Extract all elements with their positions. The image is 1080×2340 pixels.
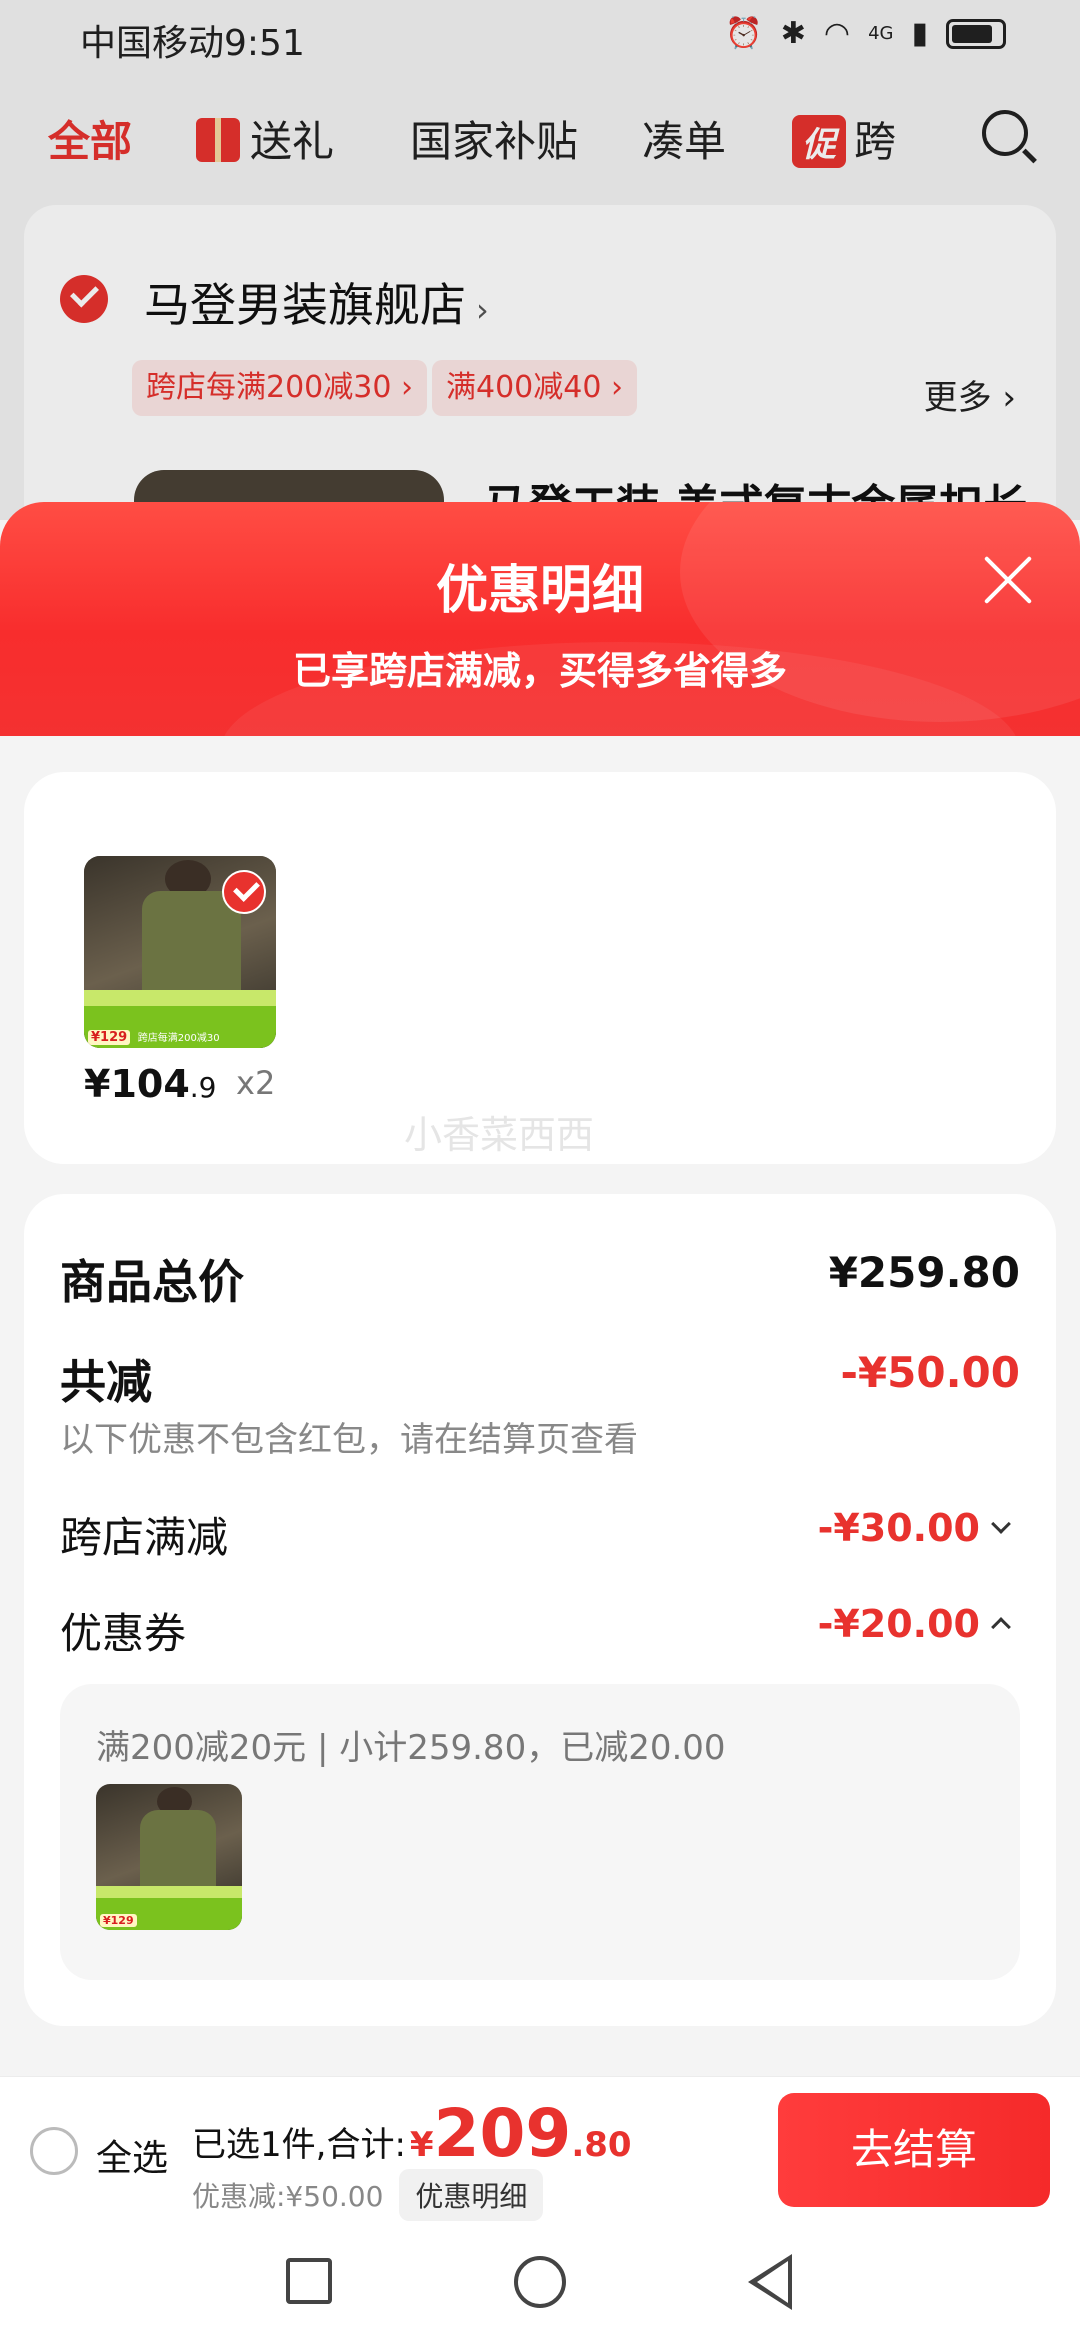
- coupon-row-toggle[interactable]: -¥20.00: [817, 1602, 1011, 1646]
- goods-price-main: ¥104: [84, 1062, 190, 1106]
- goods-quantity: x2: [236, 1064, 276, 1102]
- chevron-down-icon: [991, 1514, 1011, 1534]
- thumb-promo-strip: [84, 990, 276, 1006]
- goods-price: ¥104.9: [84, 1062, 216, 1106]
- thumb-promo-strip: [96, 1886, 242, 1898]
- discount-sheet-body: ¥129 跨店每满200减30 ¥104.9 x2 小香菜西西 商品总价 ¥25…: [0, 736, 1080, 2076]
- back-icon[interactable]: [748, 2254, 792, 2310]
- system-nav-bar: [0, 2224, 1080, 2340]
- goods-check-icon: [222, 870, 266, 914]
- select-all-radio[interactable]: [30, 2127, 78, 2175]
- price-detail-card: 商品总价 ¥259.80 共减 -¥50.00 以下优惠不包含红包，请在结算页查…: [24, 1194, 1056, 2026]
- cross-store-label: 跨店满减: [60, 1513, 229, 1562]
- total-decimal: .80: [571, 2125, 632, 2165]
- selected-goods-card: ¥129 跨店每满200减30 ¥104.9 x2 小香菜西西: [24, 772, 1056, 1164]
- total-reduce-label: 共减: [60, 1355, 152, 1409]
- total-prefix: 已选1件,合计:: [192, 2125, 406, 2165]
- cross-store-row-toggle[interactable]: -¥30.00: [817, 1506, 1011, 1550]
- discount-amount: 优惠减:¥50.00: [192, 2180, 384, 2213]
- select-all-label[interactable]: 全选: [96, 2129, 168, 2181]
- coupon-value: -¥20.00: [817, 1602, 980, 1646]
- checkout-bar: 全选 已选1件,合计: ¥ 209 .80 优惠减:¥50.00 优惠明细 去结…: [0, 2076, 1080, 2224]
- discount-sheet-header: 优惠明细 已享跨店满减，买得多省得多: [0, 502, 1080, 738]
- red-packet-note: 以下优惠不包含红包，请在结算页查看: [60, 1420, 638, 1460]
- total-yen: ¥: [409, 2125, 434, 2165]
- thumb-strip-text: 跨店每满200减30: [137, 1033, 220, 1044]
- coupon-detail-text: 满200减20元 | 小计259.80，已减20.00: [96, 1728, 726, 1768]
- total-price-value: ¥259.80: [828, 1248, 1020, 1297]
- discount-detail-button[interactable]: 优惠明细: [399, 2169, 544, 2221]
- watermark: 小香菜西西: [404, 1113, 595, 1157]
- discount-line: 优惠减:¥50.00 优惠明细: [192, 2169, 544, 2221]
- home-icon[interactable]: [514, 2256, 566, 2308]
- coupon-detail-box: 满200减20元 | 小计259.80，已减20.00 ¥129: [60, 1684, 1020, 1980]
- goods-price-cents: .9: [189, 1071, 217, 1104]
- sheet-subtitle: 已享跨店满减，买得多省得多: [292, 649, 787, 693]
- close-icon[interactable]: [980, 552, 1036, 608]
- sheet-title: 优惠明细: [435, 561, 644, 621]
- checkout-button[interactable]: 去结算: [778, 2093, 1050, 2207]
- total-line: 已选1件,合计: ¥ 209 .80: [192, 2095, 632, 2172]
- total-reduce-value: -¥50.00: [840, 1348, 1020, 1397]
- thumb-price: ¥129: [100, 1914, 137, 1927]
- total-amount: 209: [433, 2095, 572, 2172]
- thumb-price: ¥129: [88, 1030, 131, 1045]
- total-price-label: 商品总价: [60, 1255, 244, 1309]
- recent-apps-icon[interactable]: [286, 2258, 332, 2304]
- cross-store-value: -¥30.00: [817, 1506, 980, 1550]
- goods-thumbnail[interactable]: ¥129 跨店每满200减30: [84, 856, 276, 1048]
- dim-overlay[interactable]: [0, 0, 1080, 520]
- coupon-goods-thumbnail[interactable]: ¥129: [96, 1784, 242, 1930]
- chevron-up-icon: [991, 1617, 1011, 1637]
- coupon-label: 优惠券: [60, 1609, 187, 1658]
